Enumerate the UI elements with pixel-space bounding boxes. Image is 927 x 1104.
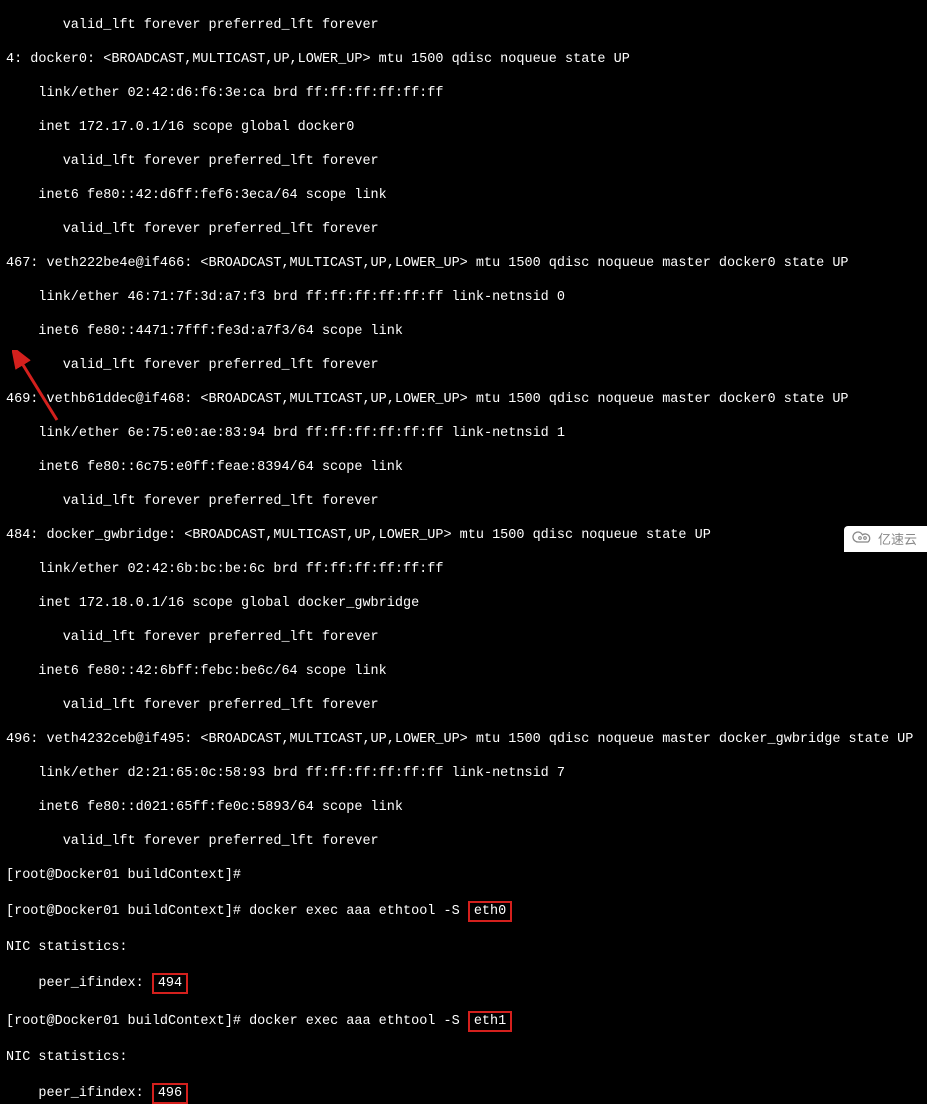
watermark-text: 亿速云 <box>878 531 917 548</box>
command-line: [root@Docker01 buildContext]# docker exe… <box>6 1011 921 1032</box>
output-line: valid_lft forever preferred_lft forever <box>6 697 921 714</box>
highlight-eth0: eth0 <box>468 901 512 922</box>
output-line: valid_lft forever preferred_lft forever <box>6 17 921 34</box>
shell-prompt: [root@Docker01 buildContext]# <box>6 1014 241 1029</box>
output-line: link/ether 02:42:6b:bc:be:6c brd ff:ff:f… <box>6 561 921 578</box>
output-line: valid_lft forever preferred_lft forever <box>6 357 921 374</box>
output-line: link/ether 46:71:7f:3d:a7:f3 brd ff:ff:f… <box>6 289 921 306</box>
output-line: inet6 fe80::6c75:e0ff:feae:8394/64 scope… <box>6 459 921 476</box>
output-line: link/ether 6e:75:e0:ae:83:94 brd ff:ff:f… <box>6 425 921 442</box>
output-line: NIC statistics: <box>6 939 921 956</box>
output-line: valid_lft forever preferred_lft forever <box>6 833 921 850</box>
output-line: valid_lft forever preferred_lft forever <box>6 493 921 510</box>
output-line: link/ether d2:21:65:0c:58:93 brd ff:ff:f… <box>6 765 921 782</box>
command-line: [root@Docker01 buildContext]# docker exe… <box>6 901 921 922</box>
output-line: peer_ifindex: 496 <box>6 1083 921 1104</box>
output-line: inet6 fe80::42:6bff:febc:be6c/64 scope l… <box>6 663 921 680</box>
output-line: valid_lft forever preferred_lft forever <box>6 153 921 170</box>
output-line: 4: docker0: <BROADCAST,MULTICAST,UP,LOWE… <box>6 51 921 68</box>
output-line: valid_lft forever preferred_lft forever <box>6 629 921 646</box>
command-text: docker exec aaa ethtool -S <box>249 904 468 919</box>
output-line: inet6 fe80::42:d6ff:fef6:3eca/64 scope l… <box>6 187 921 204</box>
output-line: 467: veth222be4e@if466: <BROADCAST,MULTI… <box>6 255 921 272</box>
shell-prompt: [root@Docker01 buildContext]# <box>6 904 241 919</box>
output-line: 469: vethb61ddec@if468: <BROADCAST,MULTI… <box>6 391 921 408</box>
prompt-line: [root@Docker01 buildContext]# <box>6 867 921 884</box>
highlight-eth1: eth1 <box>468 1011 512 1032</box>
output-line: peer_ifindex: 494 <box>6 973 921 994</box>
output-line: inet6 fe80::4471:7fff:fe3d:a7f3/64 scope… <box>6 323 921 340</box>
output-line: 484: docker_gwbridge: <BROADCAST,MULTICA… <box>6 527 921 544</box>
terminal-output[interactable]: valid_lft forever preferred_lft forever … <box>0 0 927 1104</box>
watermark-badge: 亿速云 <box>844 526 927 552</box>
output-line: valid_lft forever preferred_lft forever <box>6 221 921 238</box>
cloud-icon <box>852 530 874 548</box>
output-line: inet6 fe80::d021:65ff:fe0c:5893/64 scope… <box>6 799 921 816</box>
highlight-peer-496: 496 <box>152 1083 188 1104</box>
output-line: NIC statistics: <box>6 1049 921 1066</box>
output-line: inet 172.18.0.1/16 scope global docker_g… <box>6 595 921 612</box>
shell-prompt: [root@Docker01 buildContext]# <box>6 868 241 883</box>
output-line: 496: veth4232ceb@if495: <BROADCAST,MULTI… <box>6 731 921 748</box>
output-line: link/ether 02:42:d6:f6:3e:ca brd ff:ff:f… <box>6 85 921 102</box>
highlight-peer-494: 494 <box>152 973 188 994</box>
peer-ifindex-label: peer_ifindex: <box>6 1086 152 1101</box>
output-line: inet 172.17.0.1/16 scope global docker0 <box>6 119 921 136</box>
command-text: docker exec aaa ethtool -S <box>249 1014 468 1029</box>
peer-ifindex-label: peer_ifindex: <box>6 976 152 991</box>
